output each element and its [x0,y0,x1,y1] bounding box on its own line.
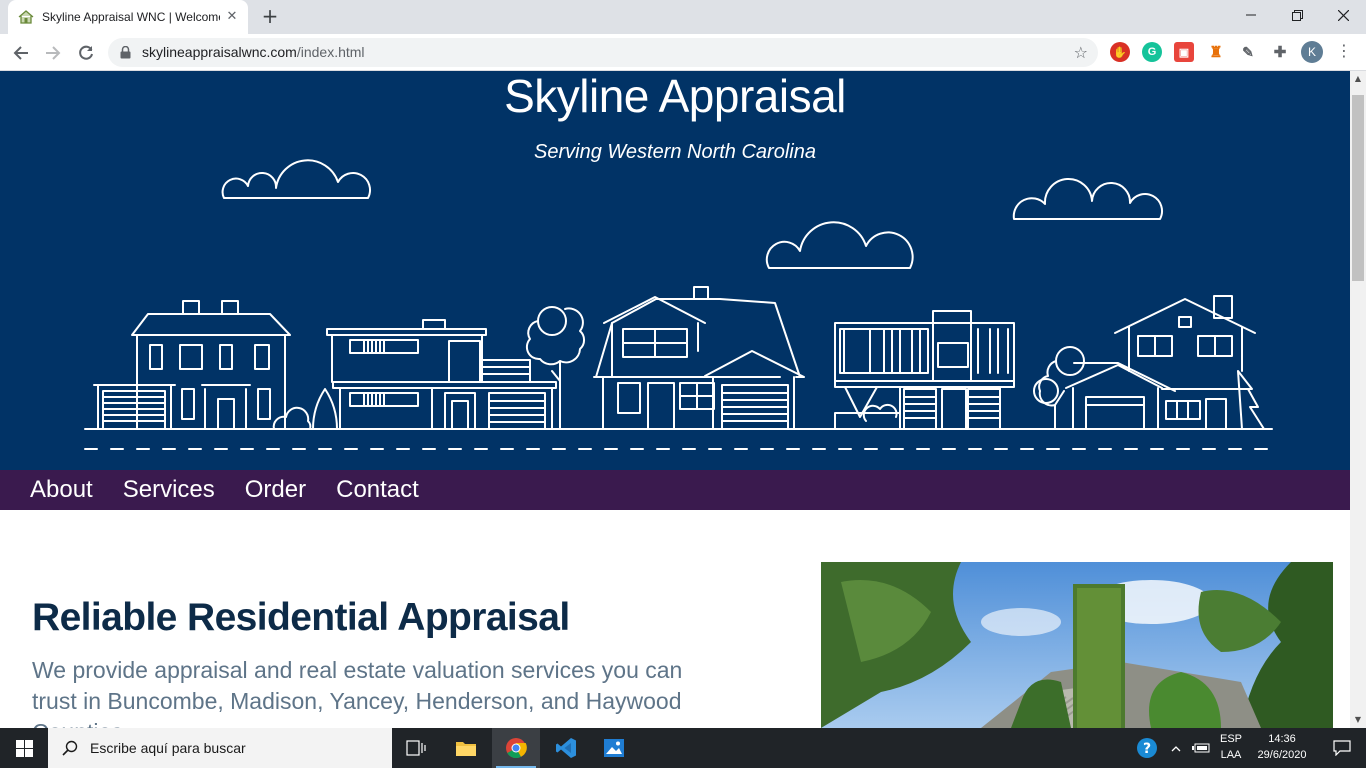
help-tray-button[interactable]: ? [1124,728,1170,768]
arrow-left-icon [13,46,28,60]
svg-text:?: ? [1143,741,1151,757]
page-viewport: Skyline Appraisal Serving Western North … [0,71,1350,728]
photos-icon [604,739,624,757]
url-text: skylineappraisalwnc.com/index.html [142,44,365,60]
vscode-taskbar-button[interactable] [542,728,590,768]
minimize-button[interactable] [1228,0,1274,30]
scroll-thumb[interactable] [1352,95,1364,281]
house-photo-image [821,562,1333,728]
scroll-up-icon[interactable]: ▲ [1350,71,1366,87]
nav-link-about[interactable]: About [30,476,93,504]
houses-skyline-illustration [84,159,1273,450]
hero-banner: Skyline Appraisal Serving Western North … [0,71,1350,470]
battery-tray-icon[interactable] [1188,728,1214,768]
grammarly-extension-icon[interactable]: G [1142,42,1162,62]
restore-icon [1291,9,1303,21]
clock-date: 29/6/2020 [1257,749,1307,761]
clock-time: 14:36 [1268,733,1296,745]
search-icon [62,740,78,756]
browser-menu-icon[interactable]: ⋮ [1336,42,1352,62]
reload-button[interactable] [73,40,99,66]
house-1-icon [93,300,338,430]
house-5-icon [1033,295,1265,430]
house-3-icon [593,286,805,430]
page-scrollbar[interactable]: ▲ ▼ [1350,71,1366,728]
reload-icon [79,45,93,60]
browser-toolbar: skylineappraisalwnc.com/index.html ☆ ✋ G… [0,34,1366,71]
house-photo [821,562,1333,728]
fire-extension-icon[interactable]: ♜ [1206,42,1226,62]
browser-tab-strip: Skyline Appraisal WNC | Welcome ✕ + [0,0,1366,34]
language-indicator[interactable]: ESP LAA [1216,733,1246,761]
chrome-icon [506,738,527,759]
house-favicon-icon [18,9,34,25]
minimize-icon [1246,14,1256,16]
tab-title: Skyline Appraisal WNC | Welcome [42,10,220,24]
scroll-down-icon[interactable]: ▼ [1350,712,1366,728]
intro-paragraph: We provide appraisal and real estate val… [32,657,683,728]
adblock-extension-icon[interactable]: ✋ [1110,42,1130,62]
window-close-icon [1337,9,1349,21]
photos-taskbar-button[interactable] [590,728,638,768]
lock-icon [120,46,131,59]
profile-avatar[interactable]: K [1301,41,1323,63]
vscode-icon [556,738,576,758]
house-4-icon [834,310,1015,430]
house-2-icon [326,306,586,430]
close-icon[interactable]: ✕ [224,9,240,25]
eyedropper-extension-icon[interactable]: ✎ [1238,42,1258,62]
folder-icon [456,742,476,756]
task-view-button[interactable] [392,728,440,768]
window-close-button[interactable] [1320,0,1366,30]
back-button[interactable] [8,40,34,66]
forward-button[interactable] [40,40,66,66]
battery-icon [1192,743,1210,753]
browser-tab[interactable]: Skyline Appraisal WNC | Welcome ✕ [8,0,248,34]
nav-link-services[interactable]: Services [123,476,215,504]
arrow-right-icon [46,46,61,60]
site-navigation: About Services Order Contact [0,470,1350,510]
red-square-extension-icon[interactable]: ▣ [1174,42,1194,62]
nav-link-contact[interactable]: Contact [336,476,419,504]
start-button[interactable] [0,728,48,768]
clock[interactable]: 14:36 29/6/2020 [1250,733,1314,761]
cloud-icon [765,221,914,269]
site-title: Skyline Appraisal [504,71,846,122]
windows-logo-icon [15,739,33,757]
url-host: skylineappraisalwnc.com [142,44,297,60]
bookmark-star-icon[interactable]: ☆ [1074,43,1088,62]
chevron-up-icon [1171,745,1181,751]
restore-button[interactable] [1274,0,1320,30]
help-icon: ? [1137,738,1157,758]
tray-overflow-button[interactable] [1166,728,1186,768]
notifications-button[interactable] [1318,728,1366,768]
language-code: ESP [1219,733,1242,745]
search-placeholder: Escribe aquí para buscar [90,740,246,756]
url-path: /index.html [296,44,365,60]
keyboard-layout: LAA [1220,749,1242,761]
nav-link-order[interactable]: Order [245,476,306,504]
notification-icon [1333,740,1351,756]
address-bar[interactable]: skylineappraisalwnc.com/index.html ☆ [108,38,1098,67]
new-tab-button[interactable]: + [258,5,282,29]
taskbar-search[interactable]: Escribe aquí para buscar [48,728,392,768]
cloud-icon [221,159,371,199]
windows-taskbar: Escribe aquí para buscar ? ESP LAA 14:36… [0,728,1366,768]
cloud-icon [1012,177,1163,220]
chrome-taskbar-button[interactable] [492,728,540,768]
puzzle-extensions-icon[interactable]: ✚ [1270,42,1290,62]
task-view-icon [406,740,426,756]
file-explorer-button[interactable] [442,728,490,768]
main-heading: Reliable Residential Appraisal [32,596,570,639]
